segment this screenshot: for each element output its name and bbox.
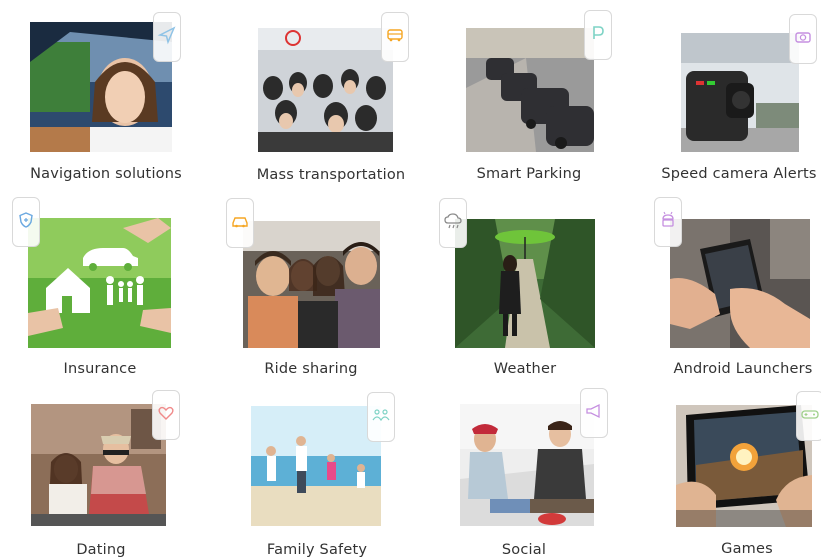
insurance-phone-badge (12, 197, 40, 247)
bus-icon (387, 29, 403, 42)
weather-photo (455, 219, 595, 348)
dating-photo (31, 404, 166, 526)
android-icon (662, 211, 674, 227)
navigation-arrow-icon (157, 26, 176, 45)
shield-icon (19, 212, 33, 228)
tile-label: Android Launchers (673, 361, 813, 377)
family-icon (372, 409, 390, 422)
tile-label: Mass transportation (256, 167, 406, 183)
heart-icon (158, 406, 174, 420)
tile-label: Smart Parking (476, 166, 582, 182)
gamepad-icon (801, 410, 819, 419)
cloud-rain-icon (444, 213, 462, 229)
navigation-photo (30, 22, 172, 152)
social-phone-badge (580, 388, 608, 438)
tile-label: Dating (76, 542, 126, 558)
games-phone-badge (796, 391, 821, 441)
insurance-photo (28, 218, 171, 348)
family-safety-photo (251, 406, 381, 526)
ride-sharing-photo (243, 221, 380, 348)
family-safety-phone-badge (367, 392, 395, 442)
tile-label: Games (721, 541, 773, 557)
smart-parking-photo (466, 28, 594, 152)
speed-camera-photo (681, 33, 799, 152)
smart-parking-phone-badge (584, 10, 612, 60)
tile-label: Social (501, 542, 547, 558)
tile-label: Speed camera Alerts (661, 166, 817, 182)
tile-label: Navigation solutions (30, 166, 182, 182)
tile-label: Ride sharing (264, 361, 358, 377)
android-launchers-phone-badge (654, 197, 682, 247)
ride-sharing-phone-badge (226, 198, 254, 248)
navigation-phone-badge (153, 12, 181, 62)
android-launchers-photo (670, 219, 810, 348)
tile-label: Weather (493, 361, 557, 377)
dating-phone-badge (152, 390, 180, 440)
speed-camera-phone-badge (789, 14, 817, 64)
mass-transportation-photo (258, 28, 393, 152)
games-photo (676, 405, 812, 527)
car-icon (232, 217, 248, 228)
weather-phone-badge (439, 198, 467, 248)
parking-p-icon (593, 26, 604, 39)
mass-transportation-phone-badge (381, 12, 409, 62)
social-photo (460, 404, 594, 526)
tile-label: Insurance (63, 361, 137, 377)
tile-label: Family Safety (266, 542, 368, 558)
camera-icon (795, 32, 811, 43)
megaphone-icon (586, 403, 600, 419)
